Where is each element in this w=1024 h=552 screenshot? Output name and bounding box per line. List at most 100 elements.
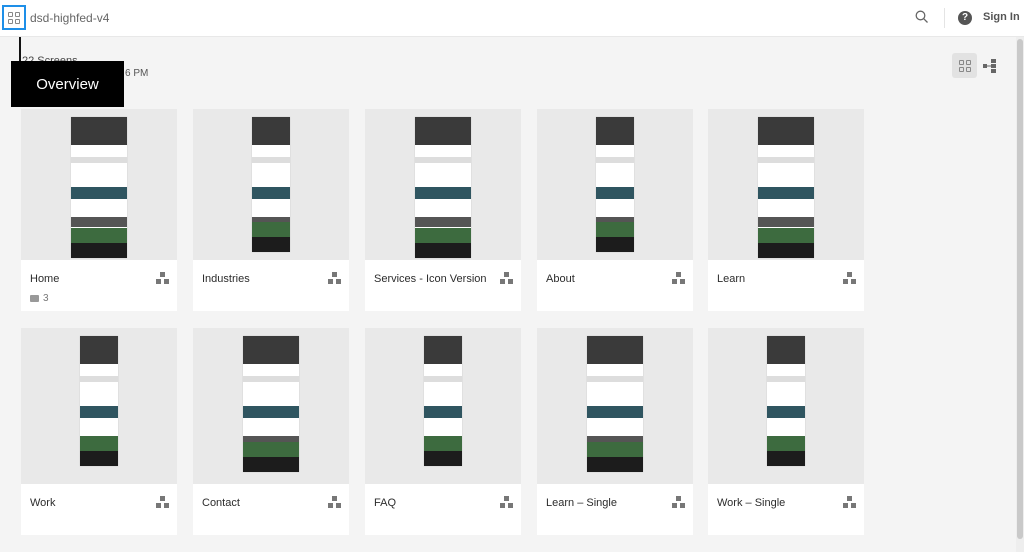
page-preview bbox=[424, 336, 462, 466]
comment-icon bbox=[30, 295, 39, 302]
flow-icon[interactable] bbox=[500, 496, 513, 509]
thumbnail-block bbox=[767, 436, 805, 451]
page-preview bbox=[758, 117, 814, 258]
thumbnail-block bbox=[596, 117, 634, 145]
thumbnail-block bbox=[596, 157, 634, 163]
thumbnail-block bbox=[758, 228, 814, 243]
screen-card[interactable]: FAQ bbox=[365, 328, 521, 535]
page-preview bbox=[767, 336, 805, 466]
screen-card[interactable]: Learn bbox=[708, 109, 864, 311]
thumbnail-block bbox=[587, 406, 643, 418]
flow-icon[interactable] bbox=[843, 496, 856, 509]
thumbnail-block bbox=[71, 228, 127, 243]
thumbnail-block bbox=[252, 157, 290, 163]
screen-thumbnail[interactable] bbox=[193, 109, 349, 260]
thumbnail-block bbox=[596, 187, 634, 199]
flow-icon[interactable] bbox=[156, 496, 169, 509]
page-preview bbox=[587, 336, 643, 472]
grid-view-button[interactable] bbox=[952, 53, 977, 78]
top-bar: dsd-highfed-v4 ? Sign In bbox=[0, 0, 1024, 37]
thumbnail-block bbox=[243, 406, 299, 418]
help-icon[interactable]: ? bbox=[958, 11, 972, 25]
screen-name: Home bbox=[30, 273, 60, 285]
thumbnail-block bbox=[767, 376, 805, 382]
thumbnail-block bbox=[252, 237, 290, 252]
thumbnail-block bbox=[587, 442, 643, 457]
flow-icon[interactable] bbox=[328, 272, 341, 285]
thumbnail-block bbox=[424, 376, 462, 382]
thumbnail-block bbox=[243, 457, 299, 472]
screen-name: Industries bbox=[202, 273, 250, 285]
comment-count[interactable]: 3 bbox=[30, 293, 49, 304]
screen-thumbnail[interactable] bbox=[365, 328, 521, 484]
screen-card[interactable]: Contact bbox=[193, 328, 349, 535]
thumbnail-block bbox=[71, 187, 127, 199]
flow-icon[interactable] bbox=[843, 272, 856, 285]
thumbnail-block bbox=[587, 336, 643, 364]
thumbnail-block bbox=[71, 217, 127, 227]
thumbnail-block bbox=[758, 217, 814, 227]
flow-icon[interactable] bbox=[328, 496, 341, 509]
thumbnail-block bbox=[252, 222, 290, 237]
overview-tooltip: Overview bbox=[11, 61, 124, 107]
screen-name: Learn – Single bbox=[546, 497, 617, 509]
thumbnail-block bbox=[80, 376, 118, 382]
thumbnail-block bbox=[252, 117, 290, 145]
search-icon[interactable] bbox=[915, 10, 928, 23]
thumbnail-block bbox=[767, 336, 805, 364]
project-title: dsd-highfed-v4 bbox=[30, 11, 110, 25]
screen-card[interactable]: Work bbox=[21, 328, 177, 535]
thumbnail-block bbox=[758, 157, 814, 163]
thumbnail-block bbox=[80, 406, 118, 418]
timestamp: 6 PM bbox=[125, 68, 149, 79]
screen-card[interactable]: About bbox=[537, 109, 693, 311]
page-preview bbox=[252, 117, 290, 252]
thumbnail-block bbox=[424, 406, 462, 418]
thumbnail-block bbox=[596, 237, 634, 252]
screen-card[interactable]: Home 3 bbox=[21, 109, 177, 311]
screen-thumbnail[interactable] bbox=[21, 328, 177, 484]
thumbnail-block bbox=[587, 376, 643, 382]
thumbnail-block bbox=[71, 157, 127, 163]
screen-thumbnail[interactable] bbox=[21, 109, 177, 260]
screen-thumbnail[interactable] bbox=[193, 328, 349, 484]
sign-in-link[interactable]: Sign In bbox=[983, 11, 1020, 23]
thumbnail-block bbox=[243, 376, 299, 382]
screen-thumbnail[interactable] bbox=[537, 109, 693, 260]
page-preview bbox=[80, 336, 118, 466]
thumbnail-block bbox=[415, 228, 471, 243]
thumbnail-block bbox=[80, 336, 118, 364]
screen-thumbnail[interactable] bbox=[708, 328, 864, 484]
flow-view-icon[interactable] bbox=[982, 58, 998, 74]
screen-card[interactable]: Industries bbox=[193, 109, 349, 311]
flow-icon[interactable] bbox=[672, 496, 685, 509]
screen-thumbnail[interactable] bbox=[708, 109, 864, 260]
thumbnail-block bbox=[415, 243, 471, 258]
divider bbox=[944, 8, 945, 28]
screen-name: About bbox=[546, 273, 575, 285]
screen-card[interactable]: Services - Icon Version bbox=[365, 109, 521, 311]
page-preview bbox=[243, 336, 299, 472]
thumbnail-block bbox=[587, 457, 643, 472]
thumbnail-block bbox=[71, 117, 127, 145]
page-preview bbox=[596, 117, 634, 252]
thumbnail-block bbox=[252, 187, 290, 199]
flow-icon[interactable] bbox=[672, 272, 685, 285]
screen-card[interactable]: Work – Single bbox=[708, 328, 864, 535]
thumbnail-block bbox=[424, 436, 462, 451]
flow-icon[interactable] bbox=[500, 272, 513, 285]
screen-name: FAQ bbox=[374, 497, 397, 509]
thumbnail-block bbox=[80, 436, 118, 451]
thumbnail-block bbox=[424, 336, 462, 364]
flow-icon[interactable] bbox=[156, 272, 169, 285]
screen-thumbnail[interactable] bbox=[537, 328, 693, 484]
thumbnail-block bbox=[758, 187, 814, 199]
thumbnail-block bbox=[415, 217, 471, 227]
thumbnail-block bbox=[758, 243, 814, 258]
thumbnail-block bbox=[767, 406, 805, 418]
screen-thumbnail[interactable] bbox=[365, 109, 521, 260]
scrollbar[interactable] bbox=[1016, 37, 1024, 552]
thumbnail-block bbox=[415, 117, 471, 145]
overview-button[interactable] bbox=[2, 5, 26, 30]
screen-card[interactable]: Learn – Single bbox=[537, 328, 693, 535]
